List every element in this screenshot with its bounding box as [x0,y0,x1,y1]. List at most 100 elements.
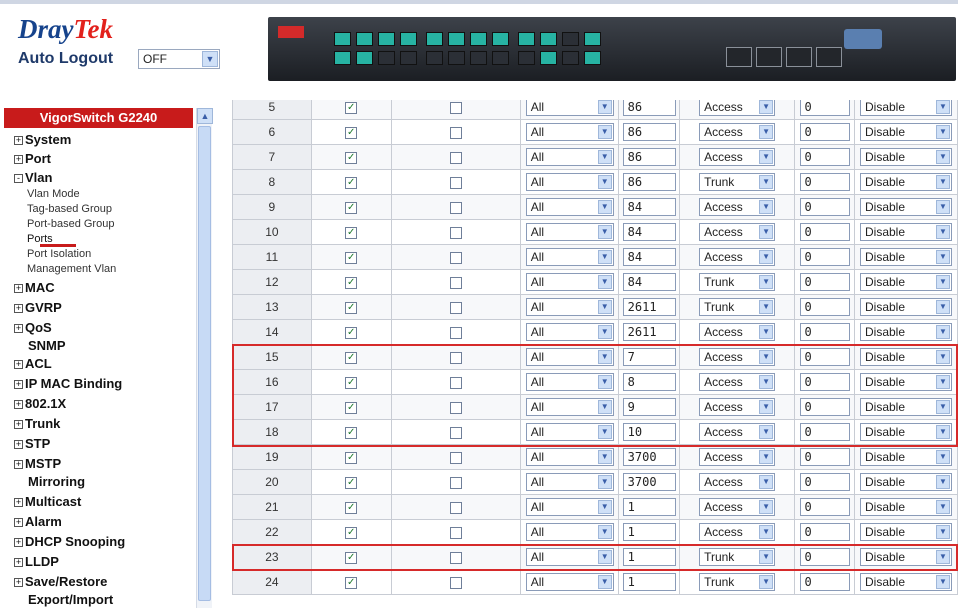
port-option-checkbox[interactable] [449,126,462,139]
acceptable-frame-select[interactable]: All ▼ [525,323,614,341]
chevron-down-icon[interactable]: ▼ [759,225,774,239]
acceptable-frame-select[interactable]: All ▼ [525,198,614,216]
chevron-down-icon[interactable]: ▼ [759,175,774,189]
pvid-input[interactable]: 86 [622,123,676,141]
vlan-mode-select[interactable]: Access ▼ [699,198,776,216]
expand-icon[interactable]: + [14,136,23,145]
port-option-checkbox[interactable] [449,351,462,364]
acceptable-frame-select[interactable]: All ▼ [525,523,614,541]
chevron-down-icon[interactable]: ▼ [759,450,774,464]
priority-input[interactable]: 0 [799,348,850,366]
sidebar-item-stp[interactable]: + STP [14,436,50,451]
chevron-down-icon[interactable]: ▼ [759,350,774,364]
state-select[interactable]: Disable ▼ [859,473,952,491]
chevron-down-icon[interactable]: ▼ [597,425,612,439]
vlan-mode-select[interactable]: Access ▼ [699,348,776,366]
chevron-down-icon[interactable]: ▼ [935,300,950,314]
expand-icon[interactable]: + [14,324,23,333]
state-select[interactable]: Disable ▼ [859,548,952,566]
priority-input[interactable]: 0 [799,298,850,316]
scroll-up-icon[interactable]: ▲ [197,108,213,124]
acceptable-frame-select[interactable]: All ▼ [525,123,614,141]
pvid-input[interactable]: 84 [622,198,676,216]
pvid-input[interactable]: 84 [622,223,676,241]
pvid-input[interactable]: 2611 [622,298,676,316]
sidebar-item-mac[interactable]: + MAC [14,280,55,295]
priority-input[interactable]: 0 [799,523,850,541]
sidebar-subitem-vlan-mode[interactable]: Vlan Mode [27,188,80,200]
sidebar-item-port[interactable]: + Port [14,151,51,166]
port-option-checkbox[interactable] [449,476,462,489]
chevron-down-icon[interactable]: ▼ [597,475,612,489]
state-select[interactable]: Disable ▼ [859,498,952,516]
expand-icon[interactable]: + [14,420,23,429]
priority-input[interactable]: 0 [799,123,850,141]
port-option-checkbox[interactable] [449,276,462,289]
sidebar-subitem-port-based-group[interactable]: Port-based Group [27,218,114,230]
chevron-down-icon[interactable]: ▼ [935,375,950,389]
acceptable-frame-select[interactable]: All ▼ [525,298,614,316]
expand-icon[interactable]: + [14,460,23,469]
priority-input[interactable]: 0 [799,148,850,166]
port-option-checkbox[interactable] [449,526,462,539]
expand-icon[interactable]: + [14,400,23,409]
chevron-down-icon[interactable]: ▼ [759,550,774,564]
sidebar-item-ip-mac-binding[interactable]: + IP MAC Binding [14,376,122,391]
expand-icon[interactable]: + [14,538,23,547]
chevron-down-icon[interactable]: ▼ [597,525,612,539]
state-select[interactable]: Disable ▼ [859,248,952,266]
sidebar-item-mirroring[interactable]: Mirroring [28,474,85,489]
vlan-mode-select[interactable]: Access ▼ [699,448,776,466]
priority-input[interactable]: 0 [799,498,850,516]
scroll-thumb[interactable] [198,126,211,601]
vlan-mode-select[interactable]: Trunk ▼ [699,273,776,291]
priority-input[interactable]: 0 [799,248,850,266]
vlan-mode-select[interactable]: Access ▼ [699,123,776,141]
pvid-input[interactable]: 3700 [622,473,676,491]
sidebar-item-acl[interactable]: + ACL [14,356,52,371]
pvid-input[interactable]: 8 [622,373,676,391]
pvid-input[interactable]: 1 [622,573,676,591]
chevron-down-icon[interactable]: ▼ [597,550,612,564]
state-select[interactable]: Disable ▼ [859,298,952,316]
port-option-checkbox[interactable] [449,101,462,114]
priority-input[interactable]: 0 [799,173,850,191]
acceptable-frame-select[interactable]: All ▼ [525,173,614,191]
state-select[interactable]: Disable ▼ [859,100,952,116]
pvid-input[interactable]: 84 [622,273,676,291]
port-option-checkbox[interactable] [449,376,462,389]
priority-input[interactable]: 0 [799,323,850,341]
chevron-down-icon[interactable]: ▼ [759,575,774,589]
chevron-down-icon[interactable]: ▼ [597,275,612,289]
port-enable-checkbox[interactable]: ✓ [345,251,358,264]
chevron-down-icon[interactable]: ▼ [759,275,774,289]
sidebar-item-system[interactable]: + System [14,132,71,147]
pvid-input[interactable]: 86 [622,148,676,166]
chevron-down-icon[interactable]: ▼ [759,150,774,164]
chevron-down-icon[interactable]: ▼ [597,375,612,389]
pvid-input[interactable]: 7 [622,348,676,366]
pvid-input[interactable]: 84 [622,248,676,266]
port-option-checkbox[interactable] [449,226,462,239]
vlan-mode-select[interactable]: Access ▼ [699,223,776,241]
chevron-down-icon[interactable]: ▼ [935,575,950,589]
vlan-mode-select[interactable]: Access ▼ [699,423,776,441]
chevron-down-icon[interactable]: ▼ [935,225,950,239]
vlan-mode-select[interactable]: Trunk ▼ [699,548,776,566]
port-option-checkbox[interactable] [449,501,462,514]
port-enable-checkbox[interactable]: ✓ [345,151,358,164]
port-enable-checkbox[interactable]: ✓ [345,501,358,514]
port-enable-checkbox[interactable]: ✓ [345,376,358,389]
port-enable-checkbox[interactable]: ✓ [345,451,358,464]
sidebar-subitem-management-vlan[interactable]: Management Vlan [27,263,116,275]
pvid-input[interactable]: 1 [622,523,676,541]
expand-icon[interactable]: + [14,360,23,369]
chevron-down-icon[interactable]: ▼ [597,575,612,589]
state-select[interactable]: Disable ▼ [859,398,952,416]
acceptable-frame-select[interactable]: All ▼ [525,473,614,491]
chevron-down-icon[interactable]: ▼ [935,525,950,539]
chevron-down-icon[interactable]: ▼ [935,500,950,514]
chevron-down-icon[interactable]: ▼ [597,150,612,164]
expand-icon[interactable]: + [14,380,23,389]
chevron-down-icon[interactable]: ▼ [935,325,950,339]
